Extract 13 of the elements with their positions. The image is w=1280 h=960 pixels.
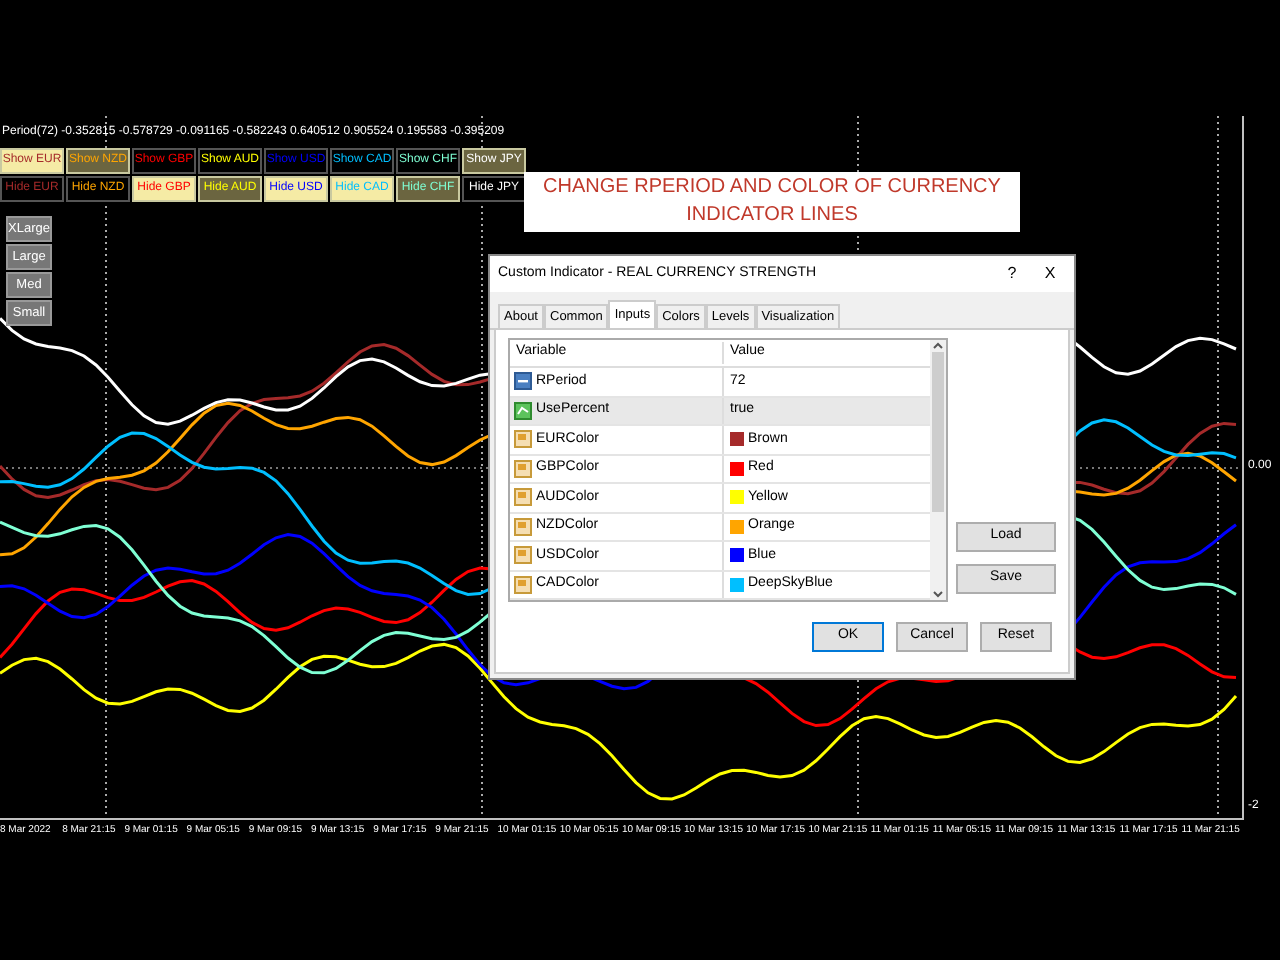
banner: CHANGE RPERIOD AND COLOR OF CURRENCY INDICATOR LINES: [524, 172, 1020, 232]
palette-icon: [514, 575, 532, 594]
palette-icon: [514, 517, 532, 536]
scroll-up-icon: [932, 340, 944, 352]
palette-icon: [514, 546, 532, 565]
toggle-icon: [514, 401, 532, 420]
scroll-down-icon: [932, 588, 944, 600]
help-button[interactable]: ?: [998, 262, 1026, 286]
palette-icon: [514, 430, 532, 449]
palette-icon: [514, 459, 532, 478]
palette-icon: [514, 488, 532, 507]
close-button[interactable]: X: [1034, 262, 1066, 286]
number-icon: [514, 372, 532, 391]
